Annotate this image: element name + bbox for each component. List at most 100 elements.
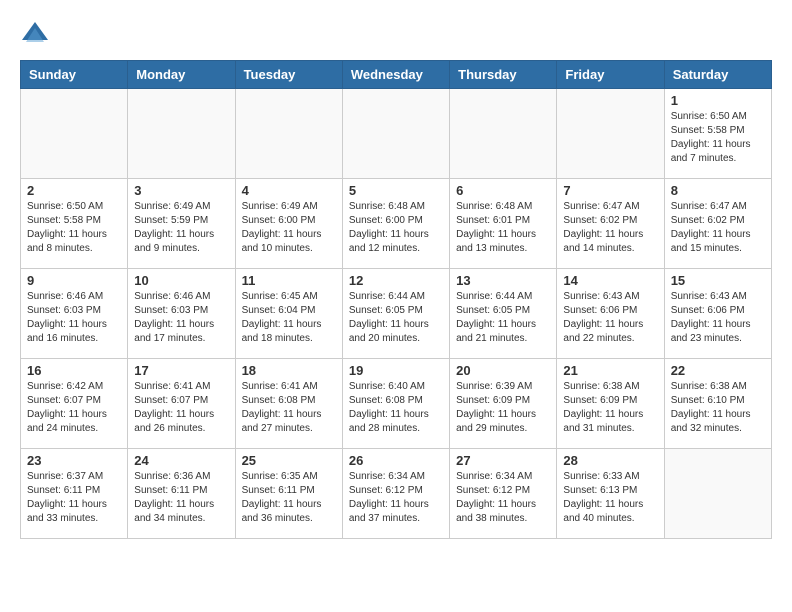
- calendar-cell: 9Sunrise: 6:46 AM Sunset: 6:03 PM Daylig…: [21, 269, 128, 359]
- logo-icon: [20, 20, 50, 50]
- calendar-cell: 18Sunrise: 6:41 AM Sunset: 6:08 PM Dayli…: [235, 359, 342, 449]
- day-info: Sunrise: 6:42 AM Sunset: 6:07 PM Dayligh…: [27, 380, 121, 436]
- day-info: Sunrise: 6:50 AM Sunset: 5:58 PM Dayligh…: [27, 200, 121, 256]
- day-number: 4: [242, 183, 336, 198]
- day-number: 20: [456, 363, 550, 378]
- calendar-cell: 13 Sunrise: 6:44 AM Sunset: 6:05 PM Dayli…: [450, 269, 557, 359]
- day-number: 27: [456, 453, 550, 468]
- calendar-cell: 24 Sunrise: 6:36 AM Sunset: 6:11 PM Dayli…: [128, 449, 235, 539]
- week-row-3: 9 Sunrise: 6:46 AM Sunset: 6:03 PM Daylig…: [21, 269, 772, 359]
- calendar-cell: 10 Sunrise: 6:46 AM Sunset: 6:03 PM Dayli…: [128, 269, 235, 359]
- day-number: 16: [27, 363, 121, 378]
- day-info: Sunrise: 6:41 AM Sunset: 6:08 PM Dayligh…: [242, 380, 336, 436]
- calendar-cell: [664, 449, 771, 539]
- day-info: Sunrise: 6:48 AM Sunset: 6:01 PM Dayligh…: [456, 200, 550, 256]
- calendar-cell: 16 Sunrise: 6:42 AM Sunset: 6:07 PM Dayli…: [21, 359, 128, 449]
- column-header-saturday: Saturday: [664, 61, 771, 89]
- day-number: 13: [456, 273, 550, 288]
- day-number: 11: [242, 273, 336, 288]
- day-info: Sunrise: 6:33 AM Sunset: 6:13 PM Dayligh…: [563, 470, 657, 526]
- day-number: 5: [349, 183, 443, 198]
- week-row-2: 2 Sunrise: 6:50 AM Sunset: 5:58 PM Daylig…: [21, 179, 772, 269]
- calendar-cell: [342, 89, 449, 179]
- calendar-cell: 19 Sunrise: 6:40 AM Sunset: 6:08 PM Dayli…: [342, 359, 449, 449]
- day-info: Sunrise: 6:38 AM Sunset: 6:10 PM Dayligh…: [671, 380, 765, 436]
- day-info: Sunrise: 6:49 AM Sunset: 6:00 PM Dayligh…: [242, 200, 336, 256]
- day-info: Sunrise: 6:35 AM Sunset: 6:11 PM Dayligh…: [242, 470, 336, 526]
- day-info: Sunrise: 6:48 AM Sunset: 6:00 PM Dayligh…: [349, 200, 443, 256]
- calendar-cell: 1 Sunrise: 6:50 AM Sunset: 5:58 PM Daylig…: [664, 89, 771, 179]
- column-header-wednesday: Wednesday: [342, 61, 449, 89]
- day-number: 1: [671, 93, 765, 108]
- logo: [20, 20, 54, 50]
- calendar-cell: 5 Sunrise: 6:48 AM Sunset: 6:00 PM Daylig…: [342, 179, 449, 269]
- day-info: Sunrise: 6:44 AM Sunset: 6:05 PM Dayligh…: [349, 290, 443, 346]
- calendar-cell: 4 Sunrise: 6:49 AM Sunset: 6:00 PM Daylig…: [235, 179, 342, 269]
- column-header-tuesday: Tuesday: [235, 61, 342, 89]
- calendar-cell: 8 Sunrise: 6:47 AM Sunset: 6:02 PM Daylig…: [664, 179, 771, 269]
- week-row-1: 1 Sunrise: 6:50 AM Sunset: 5:58 PM Daylig…: [21, 89, 772, 179]
- day-number: 3: [134, 183, 228, 198]
- calendar-cell: 22 Sunrise: 6:38 AM Sunset: 6:10 PM Dayli…: [664, 359, 771, 449]
- calendar-cell: [557, 89, 664, 179]
- day-info: Sunrise: 6:34 AM Sunset: 6:12 PM Dayligh…: [456, 470, 550, 526]
- day-number: 2: [27, 183, 121, 198]
- calendar-cell: 21 Sunrise: 6:38 AM Sunset: 6:09 PM Dayli…: [557, 359, 664, 449]
- day-info: Sunrise: 6:40 AM Sunset: 6:08 PM Dayligh…: [349, 380, 443, 436]
- day-info: Sunrise: 6:49 AM Sunset: 5:59 PM Dayligh…: [134, 200, 228, 256]
- day-info: Sunrise: 6:44 AM Sunset: 6:05 PM Dayligh…: [456, 290, 550, 346]
- day-info: Sunrise: 6:46 AM Sunset: 6:03 PM Dayligh…: [134, 290, 228, 346]
- column-header-monday: Monday: [128, 61, 235, 89]
- day-number: 8: [671, 183, 765, 198]
- column-header-thursday: Thursday: [450, 61, 557, 89]
- calendar-cell: 23 Sunrise: 6:37 AM Sunset: 6:11 PM Dayli…: [21, 449, 128, 539]
- day-number: 24: [134, 453, 228, 468]
- day-number: 7: [563, 183, 657, 198]
- day-info: Sunrise: 6:37 AM Sunset: 6:11 PM Dayligh…: [27, 470, 121, 526]
- day-info: Sunrise: 6:41 AM Sunset: 6:07 PM Dayligh…: [134, 380, 228, 436]
- day-info: Sunrise: 6:50 AM Sunset: 5:58 PM Dayligh…: [671, 110, 765, 166]
- calendar-cell: [235, 89, 342, 179]
- day-info: Sunrise: 6:43 AM Sunset: 6:06 PM Dayligh…: [671, 290, 765, 346]
- day-number: 19: [349, 363, 443, 378]
- day-number: 22: [671, 363, 765, 378]
- day-info: Sunrise: 6:45 AM Sunset: 6:04 PM Dayligh…: [242, 290, 336, 346]
- week-row-4: 16 Sunrise: 6:42 AM Sunset: 6:07 PM Dayli…: [21, 359, 772, 449]
- day-info: Sunrise: 6:36 AM Sunset: 6:11 PM Dayligh…: [134, 470, 228, 526]
- calendar-cell: 15Sunrise: 6:43 AM Sunset: 6:06 PM Dayli…: [664, 269, 771, 359]
- calendar-cell: 2 Sunrise: 6:50 AM Sunset: 5:58 PM Daylig…: [21, 179, 128, 269]
- week-row-5: 23 Sunrise: 6:37 AM Sunset: 6:11 PM Dayli…: [21, 449, 772, 539]
- calendar-header-row: SundayMondayTuesdayWednesdayThursdayFrid…: [21, 61, 772, 89]
- calendar-cell: [128, 89, 235, 179]
- day-info: Sunrise: 6:47 AM Sunset: 6:02 PM Dayligh…: [563, 200, 657, 256]
- calendar-cell: 3 Sunrise: 6:49 AM Sunset: 5:59 PM Daylig…: [128, 179, 235, 269]
- day-info: Sunrise: 6:47 AM Sunset: 6:02 PM Dayligh…: [671, 200, 765, 256]
- calendar-cell: 11 Sunrise: 6:45 AM Sunset: 6:04 PM Dayli…: [235, 269, 342, 359]
- day-number: 9: [27, 273, 121, 288]
- column-header-sunday: Sunday: [21, 61, 128, 89]
- calendar-cell: [450, 89, 557, 179]
- page-header: [20, 20, 772, 50]
- day-number: 26: [349, 453, 443, 468]
- day-number: 23: [27, 453, 121, 468]
- day-number: 14: [563, 273, 657, 288]
- calendar-cell: 12 Sunrise: 6:44 AM Sunset: 6:05 PM Dayli…: [342, 269, 449, 359]
- day-info: Sunrise: 6:34 AM Sunset: 6:12 PM Dayligh…: [349, 470, 443, 526]
- day-number: 21: [563, 363, 657, 378]
- day-info: Sunrise: 6:38 AM Sunset: 6:09 PM Dayligh…: [563, 380, 657, 436]
- calendar-cell: 27 Sunrise: 6:34 AM Sunset: 6:12 PM Dayli…: [450, 449, 557, 539]
- calendar-cell: 26 Sunrise: 6:34 AM Sunset: 6:12 PM Dayli…: [342, 449, 449, 539]
- calendar-cell: 17Sunrise: 6:41 AM Sunset: 6:07 PM Dayli…: [128, 359, 235, 449]
- day-info: Sunrise: 6:43 AM Sunset: 6:06 PM Dayligh…: [563, 290, 657, 346]
- calendar-cell: 20 Sunrise: 6:39 AM Sunset: 6:09 PM Dayli…: [450, 359, 557, 449]
- column-header-friday: Friday: [557, 61, 664, 89]
- calendar-cell: 7 Sunrise: 6:47 AM Sunset: 6:02 PM Daylig…: [557, 179, 664, 269]
- day-number: 10: [134, 273, 228, 288]
- day-number: 28: [563, 453, 657, 468]
- calendar-table: SundayMondayTuesdayWednesdayThursdayFrid…: [20, 60, 772, 539]
- day-number: 12: [349, 273, 443, 288]
- day-info: Sunrise: 6:39 AM Sunset: 6:09 PM Dayligh…: [456, 380, 550, 436]
- day-number: 6: [456, 183, 550, 198]
- calendar-cell: [21, 89, 128, 179]
- calendar-cell: 25Sunrise: 6:35 AM Sunset: 6:11 PM Dayli…: [235, 449, 342, 539]
